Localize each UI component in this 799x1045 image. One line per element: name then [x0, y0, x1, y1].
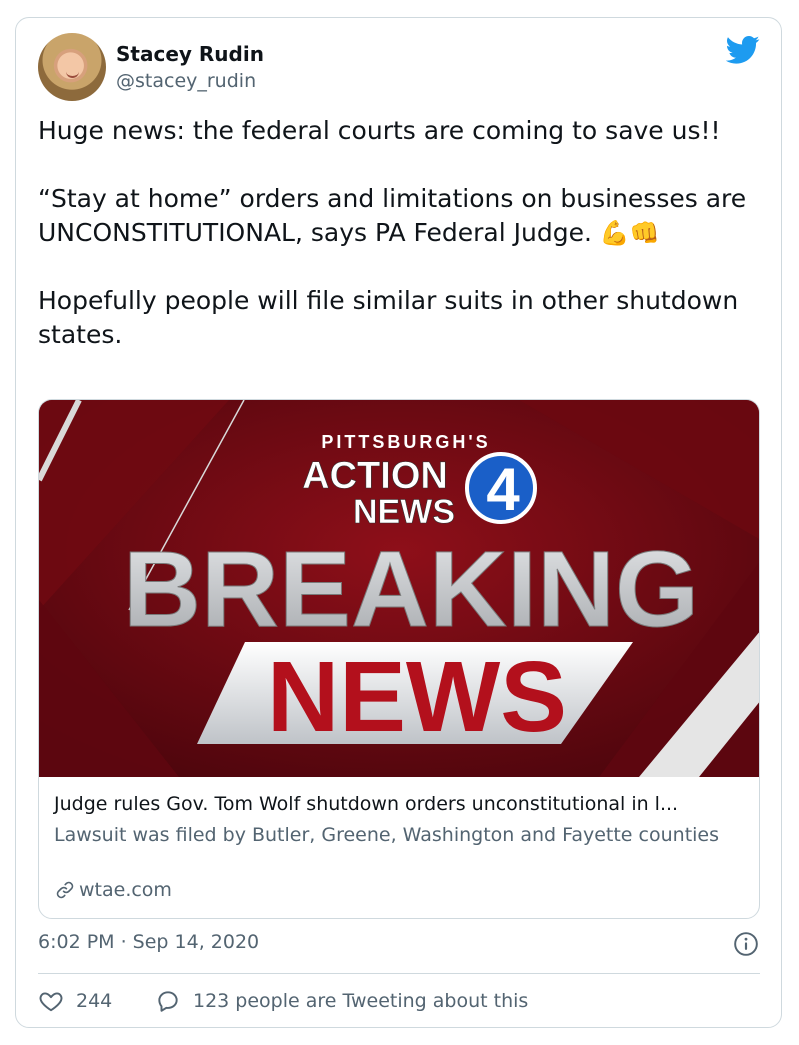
- tweet-paragraph-2: “Stay at home” orders and limitations on…: [38, 182, 758, 250]
- headline-news: NEWS: [267, 641, 567, 753]
- tweet-text: Huge news: the federal courts are coming…: [38, 114, 758, 352]
- channel-number: 4: [486, 456, 520, 523]
- tweet-paragraph-3: Hopefully people will file similar suits…: [38, 286, 739, 349]
- brand-line2: NEWS: [353, 493, 455, 531]
- link-card[interactable]: PITTSBURGH'S ACTION NEWS 4 BREAKING NEWS…: [38, 399, 760, 919]
- reply-bubble-icon: [158, 991, 178, 1012]
- tweet-paragraph-1: Huge news: the federal courts are coming…: [38, 116, 721, 145]
- card-title[interactable]: Judge rules Gov. Tom Wolf shutdown order…: [54, 793, 678, 815]
- avatar[interactable]: [38, 33, 106, 101]
- card-description: Lawsuit was filed by Butler, Greene, Was…: [54, 824, 720, 846]
- divider: [38, 973, 760, 974]
- station-label: PITTSBURGH'S: [321, 432, 490, 452]
- user-handle[interactable]: @stacey_rudin: [116, 70, 256, 92]
- brand-line1: ACTION: [302, 455, 448, 497]
- link-icon: [56, 881, 74, 899]
- tweet-card[interactable]: Stacey Rudin @stacey_rudin Huge news: th…: [15, 17, 782, 1028]
- headline-breaking: BREAKING: [123, 528, 699, 649]
- twitter-bird-icon[interactable]: [726, 35, 760, 65]
- card-domain-text: wtae.com: [79, 879, 172, 901]
- like-count: 244: [76, 990, 113, 1012]
- tweet-timestamp[interactable]: 6:02 PM · Sep 14, 2020: [38, 931, 259, 953]
- user-name[interactable]: Stacey Rudin: [116, 42, 264, 66]
- reply-text: 123 people are Tweeting about this: [193, 990, 529, 1012]
- breaking-news-image[interactable]: PITTSBURGH'S ACTION NEWS 4 BREAKING NEWS: [39, 400, 760, 777]
- card-domain[interactable]: wtae.com: [54, 879, 172, 901]
- heart-icon: [39, 992, 63, 1012]
- like-button[interactable]: 244: [38, 988, 112, 1014]
- flexed-biceps-fist-emoji: 💪👊: [599, 219, 660, 247]
- reply-button[interactable]: 123 people are Tweeting about this: [155, 988, 528, 1014]
- info-icon[interactable]: [733, 931, 759, 957]
- avatar-smile: [66, 71, 79, 78]
